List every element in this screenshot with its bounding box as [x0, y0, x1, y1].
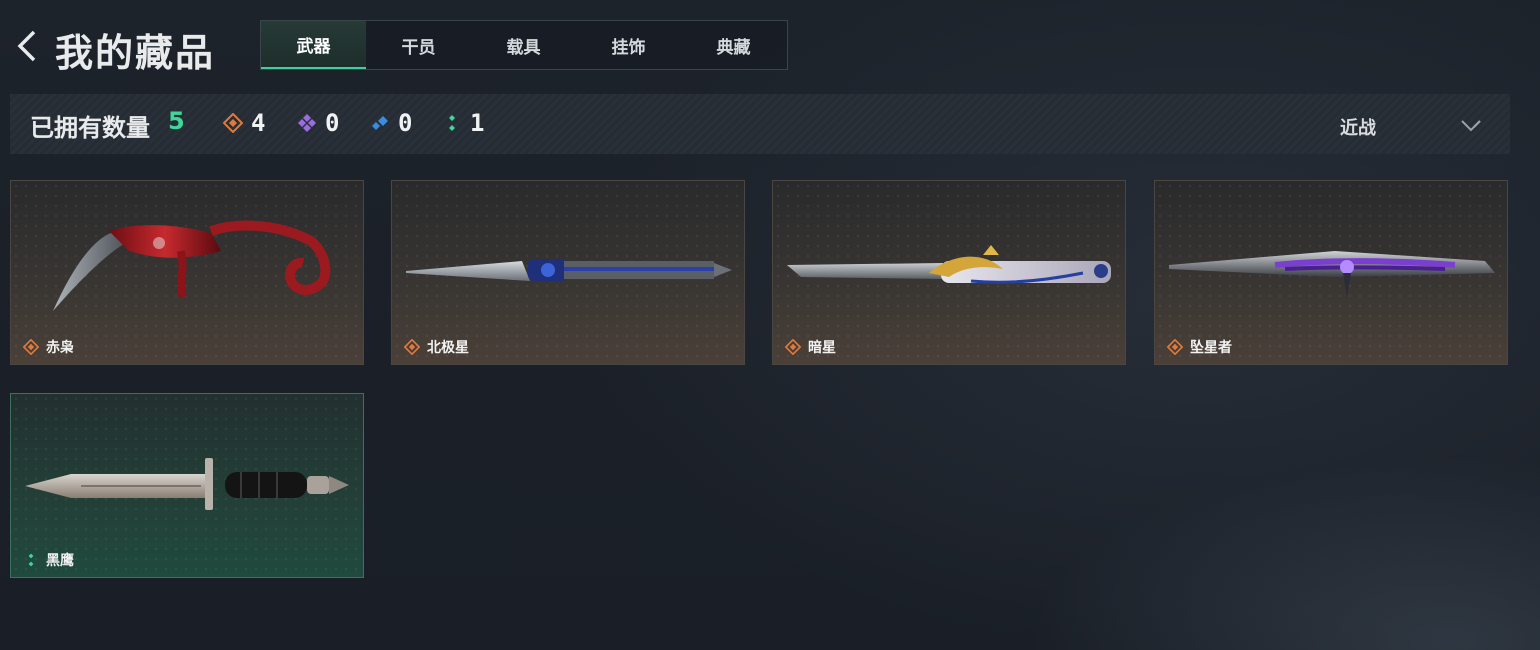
combat-knife-image — [25, 458, 349, 510]
folding-knife-image — [787, 245, 1111, 284]
tab-weapons[interactable]: 武器 — [261, 21, 366, 69]
item-name: 坠星者 — [1190, 340, 1232, 356]
rarity-green-stat: 1 — [442, 108, 484, 138]
orange-diamond-icon — [23, 339, 39, 355]
item-card-polaris[interactable]: 北极星 — [391, 180, 745, 365]
orange-diamond-icon — [1167, 339, 1183, 355]
item-name: 北极星 — [427, 340, 469, 356]
page-title: 我的藏品 — [55, 31, 216, 75]
purple-diamond-icon — [298, 114, 316, 132]
tab-collection[interactable]: 典藏 — [681, 21, 786, 69]
rarity-orange-stat: 4 — [223, 108, 265, 138]
tab-vehicles[interactable]: 载具 — [471, 21, 576, 69]
dagger-knife-image — [406, 259, 732, 281]
stats-bar: 已拥有数量 5 4 0 0 1 近战 — [10, 94, 1510, 154]
filter-selected-label: 近战 — [1340, 118, 1376, 139]
rarity-blue-stat: 0 — [370, 108, 412, 138]
throwing-knife-image — [1169, 251, 1495, 297]
item-name: 赤枭 — [46, 340, 74, 356]
orange-diamond-icon — [785, 339, 801, 355]
tab-operators[interactable]: 干员 — [366, 21, 471, 69]
back-button[interactable] — [14, 26, 42, 66]
green-dots-icon — [28, 553, 34, 567]
green-dots-icon — [449, 115, 455, 131]
rarity-purple-stat: 0 — [297, 108, 339, 138]
rarity-orange-count: 4 — [251, 109, 266, 137]
karambit-knife-image — [53, 220, 331, 311]
chevron-down-icon — [1461, 120, 1481, 132]
rarity-green-count: 1 — [470, 109, 485, 137]
tab-charms[interactable]: 挂饰 — [576, 21, 681, 69]
header: 我的藏品 武器 干员 载具 挂饰 典藏 — [0, 0, 1540, 80]
category-filter-dropdown[interactable]: 近战 — [1340, 112, 1500, 139]
blue-diamond-icon — [372, 116, 388, 130]
owned-count: 5 — [168, 107, 185, 135]
chevron-left-icon — [17, 30, 36, 62]
item-name: 黑鹰 — [46, 553, 74, 569]
item-card-zhuixingzhe[interactable]: 坠星者 — [1154, 180, 1508, 365]
category-tabs: 武器 干员 载具 挂饰 典藏 — [260, 20, 788, 70]
item-name: 暗星 — [808, 340, 836, 356]
orange-diamond-icon — [404, 339, 420, 355]
owned-label: 已拥有数量 — [30, 114, 150, 142]
item-card-chixiao[interactable]: 赤枭 — [10, 180, 364, 365]
item-card-heiying[interactable]: 黑鹰 — [10, 393, 364, 578]
rarity-blue-count: 0 — [398, 109, 413, 137]
item-card-anxing[interactable]: 暗星 — [772, 180, 1126, 365]
rarity-purple-count: 0 — [325, 109, 340, 137]
orange-diamond-icon — [223, 113, 243, 133]
